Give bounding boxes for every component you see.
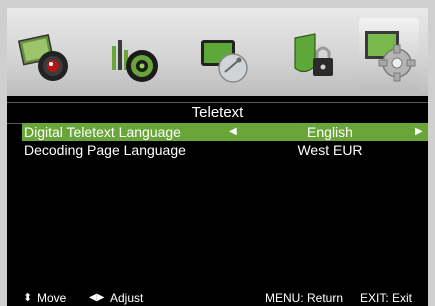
picture-icon[interactable] bbox=[15, 28, 75, 88]
menu-icon-bar bbox=[7, 8, 428, 96]
setting-label: Digital Teletext Language bbox=[24, 124, 181, 140]
sound-icon[interactable] bbox=[104, 28, 164, 88]
tv-menu-screen: Teletext Digital Teletext Language ◀ Eng… bbox=[7, 8, 428, 306]
up-down-arrow-icon: ⬍ bbox=[23, 292, 33, 304]
footer-hints: ⬍ Move ◀▶ Adjust MENU: Return EXIT: Exit bbox=[7, 290, 428, 306]
setup-gear-icon[interactable] bbox=[359, 18, 419, 92]
page-title: Teletext bbox=[7, 102, 428, 124]
exit-hint: EXIT: Exit bbox=[360, 291, 413, 305]
move-hint: Move bbox=[37, 291, 67, 305]
adjust-hint: Adjust bbox=[110, 291, 144, 305]
lock-icon[interactable] bbox=[283, 28, 343, 88]
setting-label: Decoding Page Language bbox=[24, 142, 186, 158]
left-right-arrow-icon: ◀▶ bbox=[89, 292, 105, 303]
setting-value: English bbox=[307, 124, 353, 140]
setting-value: West EUR bbox=[297, 142, 363, 158]
setting-row-decoding-page-language[interactable]: Decoding Page Language West EUR bbox=[22, 141, 428, 159]
return-hint: MENU: Return bbox=[265, 291, 344, 305]
setting-row-digital-teletext-language[interactable]: Digital Teletext Language ◀ English ▶ bbox=[22, 123, 428, 141]
channel-icon[interactable] bbox=[193, 28, 253, 88]
arrow-left-icon[interactable]: ◀ bbox=[229, 123, 237, 141]
arrow-right-icon[interactable]: ▶ bbox=[415, 123, 423, 141]
